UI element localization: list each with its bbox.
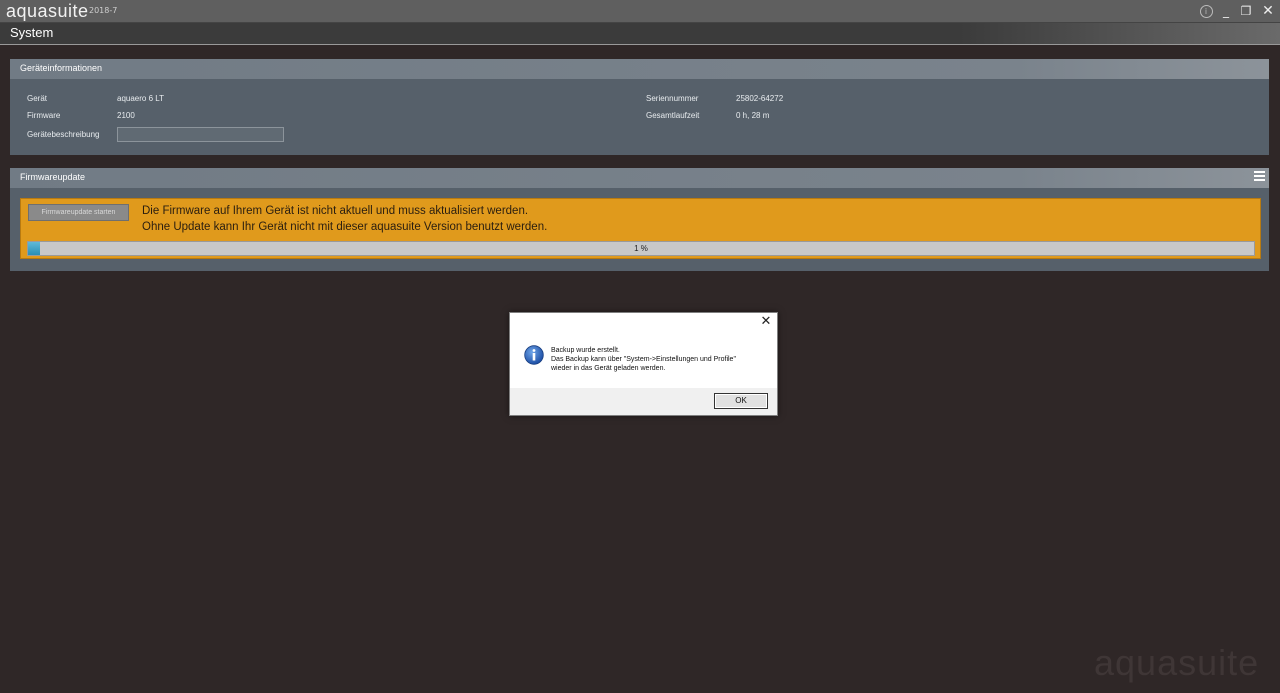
device-info-panel: Geräteinformationen Gerät aquaero 6 LT F… [10, 59, 1269, 155]
description-label: Gerätebeschreibung [27, 130, 100, 139]
firmware-update-header: Firmwareupdate [10, 168, 1269, 188]
info-button[interactable]: i [1196, 0, 1216, 22]
dialog-line2: Das Backup kann über "System->Einstellun… [551, 356, 736, 363]
page-header: System [0, 23, 1280, 45]
firmware-update-title: Firmwareupdate [20, 172, 86, 182]
description-input[interactable] [117, 127, 284, 142]
firmware-warning: Firmwareupdate starten Die Firmware auf … [20, 198, 1261, 259]
close-window-button[interactable]: ✕ [1258, 0, 1278, 22]
serial-value: 25802-64272 [736, 94, 784, 103]
runtime-label: Gesamtlaufzeit [646, 111, 700, 120]
firmware-value: 2100 [117, 111, 135, 120]
firmware-update-panel: Firmwareupdate Firmwareupdate starten Di… [10, 168, 1269, 271]
dialog-line3: wieder in das Gerät geladen werden. [551, 365, 666, 372]
warning-message-line2: Ohne Update kann Ihr Gerät nicht mit die… [142, 221, 548, 233]
serial-label: Seriennummer [646, 94, 699, 103]
device-value: aquaero 6 LT [117, 94, 164, 103]
start-firmware-update-button[interactable]: Firmwareupdate starten [28, 204, 129, 221]
progress-text: 1 % [634, 244, 648, 253]
firmware-label: Firmware [27, 111, 61, 120]
minimize-button[interactable]: _ [1216, 0, 1236, 22]
dialog-close-button[interactable]: ✕ [759, 315, 773, 329]
watermark-logo: aquasuite [1094, 642, 1260, 683]
info-icon: i [1199, 5, 1213, 18]
app-name: aquasuite [6, 1, 89, 21]
page-title: System [10, 25, 54, 40]
runtime-value: 0 h, 28 m [736, 111, 770, 120]
dialog-footer: OK [510, 388, 777, 415]
warning-message-line1: Die Firmware auf Ihrem Gerät ist nicht a… [142, 205, 529, 217]
firmware-progress-bar: 1 % [27, 241, 1255, 256]
backup-dialog: ✕ Backup wurde erstellt. Das Backup kann… [509, 312, 778, 416]
title-bar: aquasuite 2018-7 i _ ❐ ✕ [0, 0, 1280, 23]
device-label: Gerät [27, 94, 48, 103]
ok-button[interactable]: OK [714, 393, 768, 409]
maximize-button[interactable]: ❐ [1236, 0, 1256, 22]
dialog-line1: Backup wurde erstellt. [551, 347, 620, 354]
hamburger-menu-icon[interactable] [1254, 171, 1265, 183]
app-version: 2018-7 [89, 6, 118, 15]
device-info-title: Geräteinformationen [20, 63, 103, 73]
info-icon [524, 345, 544, 365]
device-info-header: Geräteinformationen [10, 59, 1269, 79]
